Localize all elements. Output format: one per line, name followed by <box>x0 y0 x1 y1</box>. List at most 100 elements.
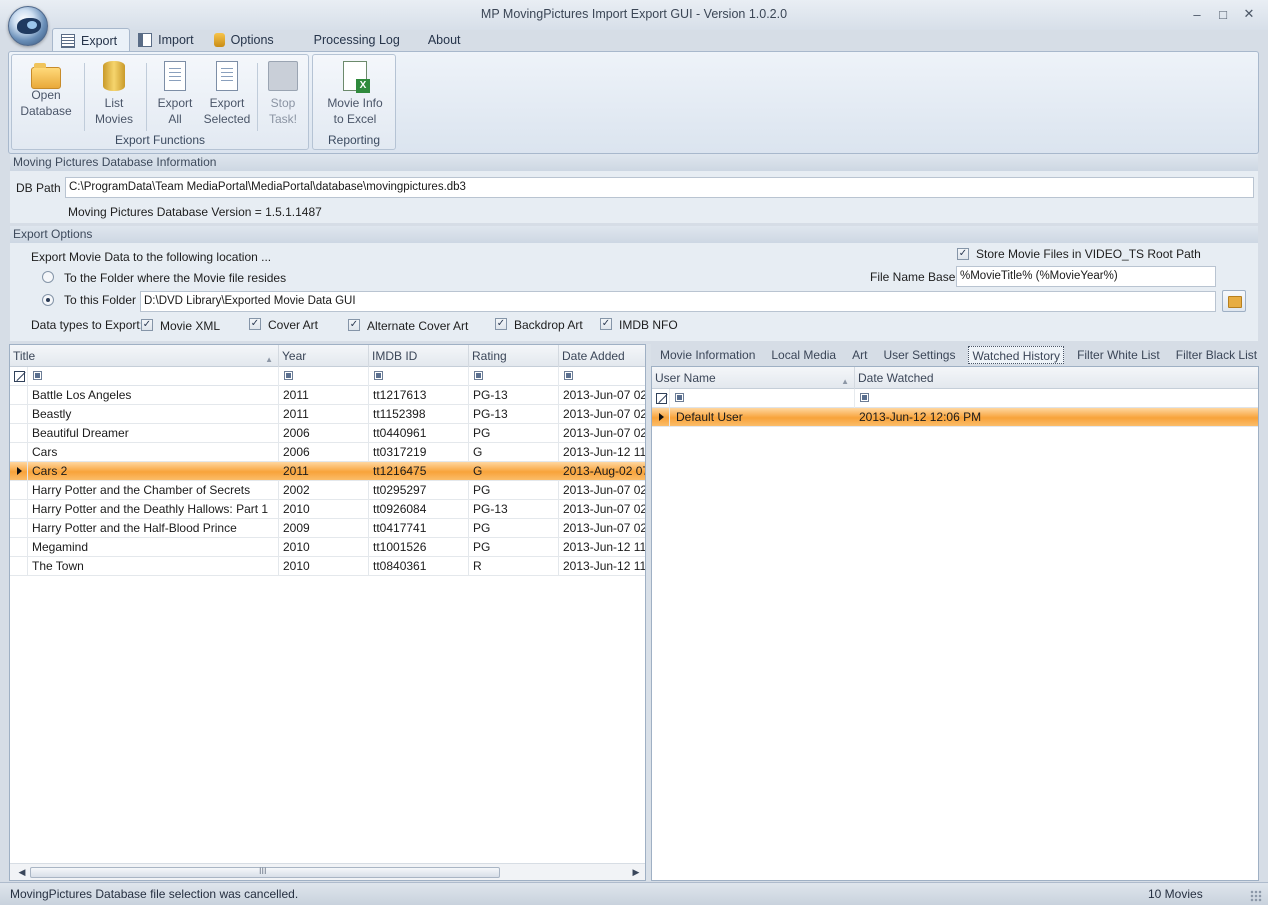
table-row[interactable]: Megamind2010tt1001526PG2013-Jun-12 11:5 <box>10 538 645 557</box>
radio-this-folder[interactable] <box>42 294 54 306</box>
tab-watched-history[interactable]: Watched History <box>968 346 1065 364</box>
column-header-year[interactable]: Year <box>279 345 369 367</box>
tab-about[interactable]: About <box>412 28 473 52</box>
tab-local-media[interactable]: Local Media <box>763 344 844 366</box>
minimize-icon[interactable]: – <box>1186 4 1208 24</box>
movies-grid[interactable]: Title ▲ Year IMDB ID Rating Date Added B… <box>9 344 646 881</box>
table-row[interactable]: Cars 2 2011 tt1216475 G 2013-Aug-02 07:3 <box>10 462 645 481</box>
scroll-thumb[interactable]: III <box>30 866 500 878</box>
table-row[interactable]: Default User 2013-Jun-12 12:06 PM <box>652 408 1258 427</box>
button-label: All <box>168 112 182 126</box>
horizontal-scrollbar[interactable]: ◀ III ▶ <box>10 863 645 880</box>
ribbon-tabs: Export Import Options Processing Log Abo… <box>52 28 473 52</box>
app-menu-icon[interactable] <box>8 6 48 46</box>
cell-date-watched: 2013-Jun-12 12:06 PM <box>859 410 982 424</box>
tab-processing-log[interactable]: Processing Log <box>286 28 412 52</box>
list-movies-button[interactable]: List Movies <box>88 61 140 131</box>
column-header-imdb-id[interactable]: IMDB ID <box>369 345 469 367</box>
tab-filter-white-list[interactable]: Filter White List <box>1069 344 1168 366</box>
cover-art-label: Cover Art <box>268 318 319 332</box>
row-indicator-icon <box>10 443 28 462</box>
export-folder-field[interactable]: D:\DVD Library\Exported Movie Data GUI <box>140 291 1216 312</box>
row-indicator-icon <box>10 462 28 481</box>
cell-title: Beastly <box>28 405 279 424</box>
filter-cell[interactable] <box>28 367 279 386</box>
table-row[interactable]: Harry Potter and the Half-Blood Prince 20… <box>10 519 645 538</box>
row-indicator-icon <box>10 424 28 443</box>
export-doc-icon <box>164 61 186 91</box>
column-label: Date Added <box>562 349 625 363</box>
table-row[interactable]: Harry Potter and the Chamber of Secrets 2… <box>10 481 645 500</box>
cell-year: 2011 <box>279 405 369 424</box>
radio-movie-folder[interactable] <box>42 271 54 283</box>
imdb-nfo-checkbox[interactable]: ✓ <box>600 318 612 330</box>
table-row[interactable]: Beautiful Dreamer 2006 tt0440961 PG 2013-Jun… <box>10 424 645 443</box>
reporting-group: Movie Info to Excel Reporting <box>312 54 396 150</box>
table-row[interactable]: Beastly2011tt1152398PG-132013-Jun-07 02:… <box>10 405 645 424</box>
table-row[interactable]: Cars2006tt0317219G2013-Jun-12 11:5 <box>10 443 645 462</box>
cell-rating: PG-13 <box>469 386 559 405</box>
tab-movie-information[interactable]: Movie Information <box>652 344 763 366</box>
cell-year: 2010 <box>279 538 369 557</box>
column-header-user-name[interactable]: User Name ▲ <box>652 367 855 389</box>
maximize-icon[interactable]: □ <box>1212 4 1234 24</box>
file-name-base-field[interactable]: %MovieTitle% (%MovieYear%) <box>956 266 1216 287</box>
cover-art-checkbox[interactable]: ✓ <box>249 318 261 330</box>
row-indicator-icon <box>10 538 28 557</box>
watched-filter-row <box>652 389 1258 408</box>
store-video-ts-checkbox[interactable]: ✓ <box>957 248 969 260</box>
ribbon-panel: Open Database List Movies Export All Exp… <box>8 51 1259 154</box>
excel-icon <box>343 61 370 93</box>
row-indicator-icon <box>10 405 28 424</box>
filter-cell[interactable] <box>369 367 469 386</box>
tab-options[interactable]: Options <box>206 28 286 52</box>
cell-title: Beautiful Dreamer <box>28 424 279 443</box>
tab-filter-black-list[interactable]: Filter Black List <box>1168 344 1265 366</box>
export-selected-button[interactable]: Export Selected <box>201 61 253 131</box>
row-indicator-icon <box>10 519 28 538</box>
scroll-left-icon[interactable]: ◀ <box>16 866 28 878</box>
button-label: Stop <box>270 96 296 110</box>
db-path-field[interactable]: C:\ProgramData\Team MediaPortal\MediaPor… <box>65 177 1254 198</box>
cell-imdb-id: tt0295297 <box>369 481 469 500</box>
tab-user-settings[interactable]: User Settings <box>875 344 963 366</box>
movie-count: 10 Movies <box>1148 887 1203 901</box>
export-selected-icon <box>216 61 238 91</box>
filter-editor-icon[interactable] <box>14 371 25 382</box>
movie-xml-checkbox[interactable]: ✓ <box>141 319 153 331</box>
tab-import[interactable]: Import <box>130 28 205 52</box>
table-row[interactable]: Harry Potter and the Deathly Hallows: Pa… <box>10 500 645 519</box>
alternate-cover-art-checkbox[interactable]: ✓ <box>348 319 360 331</box>
backdrop-art-checkbox[interactable]: ✓ <box>495 318 507 330</box>
row-indicator-icon <box>10 500 28 519</box>
movie-info-to-excel-button[interactable]: Movie Info to Excel <box>319 61 391 131</box>
tab-art[interactable]: Art <box>844 344 875 366</box>
close-icon[interactable]: ✕ <box>1238 4 1260 24</box>
column-label: User Name <box>655 371 716 385</box>
cell-date-added: 2013-Jun-07 02:4 <box>559 481 645 500</box>
open-database-button[interactable]: Open Database <box>20 61 72 131</box>
stop-task-button[interactable]: Stop Task! <box>260 61 306 131</box>
browse-folder-icon[interactable] <box>1222 290 1246 312</box>
table-row[interactable]: The Town2010tt0840361R2013-Jun-12 11:5 <box>10 557 645 576</box>
column-header-rating[interactable]: Rating <box>469 345 559 367</box>
export-all-button[interactable]: Export All <box>149 61 201 131</box>
scroll-right-icon[interactable]: ▶ <box>630 866 642 878</box>
filter-cell[interactable] <box>559 367 645 386</box>
column-header-date-watched[interactable]: Date Watched <box>855 367 1258 389</box>
tab-label: Processing Log <box>313 33 400 47</box>
column-header-date-added[interactable]: Date Added <box>559 345 645 367</box>
tab-export[interactable]: Export <box>52 28 131 52</box>
filter-cell[interactable] <box>279 367 369 386</box>
cell-year: 2010 <box>279 500 369 519</box>
filter-cell[interactable] <box>855 389 1258 408</box>
table-row[interactable]: Battle Los Angeles 2011 tt1217613 PG-13 2013… <box>10 386 645 405</box>
resize-grip-icon[interactable] <box>1250 890 1262 902</box>
column-header-title[interactable]: Title ▲ <box>10 345 279 367</box>
watched-history-grid[interactable]: User Name ▲ Date Watched Default User 20… <box>651 366 1259 881</box>
tab-label: Export <box>81 33 118 48</box>
db-path-label: DB Path <box>16 181 61 195</box>
filter-cell[interactable] <box>469 367 559 386</box>
filter-editor-icon[interactable] <box>656 393 667 404</box>
filter-cell[interactable] <box>670 389 855 408</box>
